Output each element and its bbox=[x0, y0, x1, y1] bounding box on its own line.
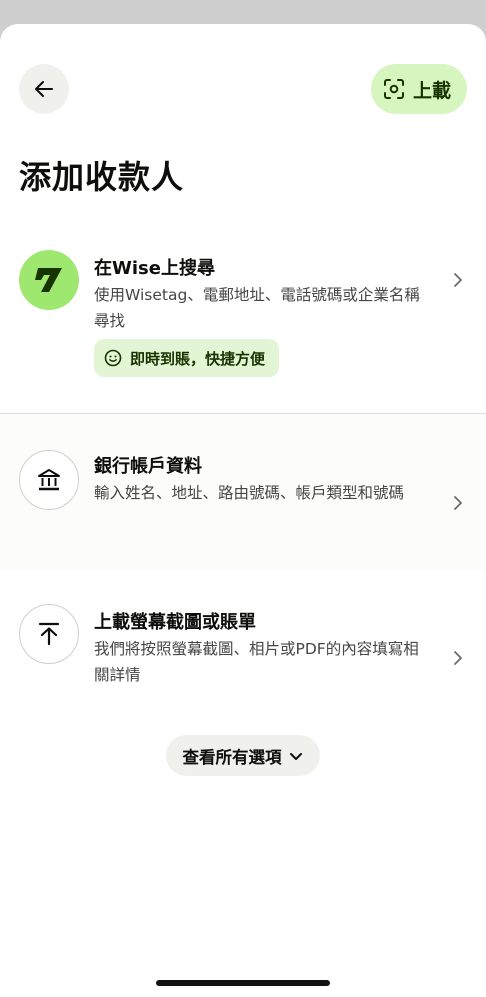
option-description: 我們將按照螢幕截圖、相片或PDF的內容填寫相關詳情 bbox=[94, 640, 419, 684]
bottom-sheet: 上載 添加收款人 在Wise上搜尋 使用Wisetag、電郵地址、電話號碼或企業… bbox=[0, 24, 486, 997]
chevron-right-icon bbox=[454, 496, 462, 510]
back-button[interactable] bbox=[19, 64, 69, 114]
smiley-icon bbox=[104, 349, 122, 367]
instant-badge: 即時到賬，快捷方便 bbox=[94, 339, 280, 377]
chevron-right-icon bbox=[454, 651, 462, 665]
page-title: 添加收款人 bbox=[19, 158, 185, 196]
option-title: 上載螢幕截圖或賬單 bbox=[94, 612, 256, 633]
see-all-label: 查看所有選項 bbox=[182, 747, 282, 767]
home-indicator bbox=[156, 980, 330, 986]
badge-text: 即時到賬，快捷方便 bbox=[130, 349, 266, 368]
chevron-down-icon bbox=[289, 752, 302, 760]
bank-icon bbox=[19, 450, 79, 510]
option-description: 輸入姓名、地址、路由號碼、帳戶類型和號碼 bbox=[94, 484, 405, 502]
upload-arrow-icon bbox=[19, 604, 79, 664]
upload-button-label: 上載 bbox=[412, 79, 451, 102]
option-title: 銀行帳戶資料 bbox=[94, 456, 202, 477]
see-all-options-button[interactable]: 查看所有選項 bbox=[166, 735, 320, 776]
option-search-wise[interactable]: 在Wise上搜尋 使用Wisetag、電郵地址、電話號碼或企業名稱尋找 即時到賬… bbox=[0, 250, 486, 390]
option-bank-details[interactable]: 銀行帳戶資料 輸入姓名、地址、路由號碼、帳戶類型和號碼 bbox=[0, 450, 486, 540]
wise-logo-icon bbox=[19, 250, 79, 310]
upload-button[interactable]: 上載 bbox=[370, 64, 467, 114]
option-upload-screenshot[interactable]: 上載螢幕截圖或賬單 我們將按照螢幕截圖、相片或PDF的內容填寫相關詳情 bbox=[0, 604, 486, 694]
option-title: 在Wise上搜尋 bbox=[94, 258, 215, 279]
option-description: 使用Wisetag、電郵地址、電話號碼或企業名稱尋找 bbox=[94, 286, 420, 330]
arrow-left-icon bbox=[35, 81, 53, 97]
scan-icon bbox=[383, 79, 404, 99]
chevron-right-icon bbox=[454, 273, 462, 287]
